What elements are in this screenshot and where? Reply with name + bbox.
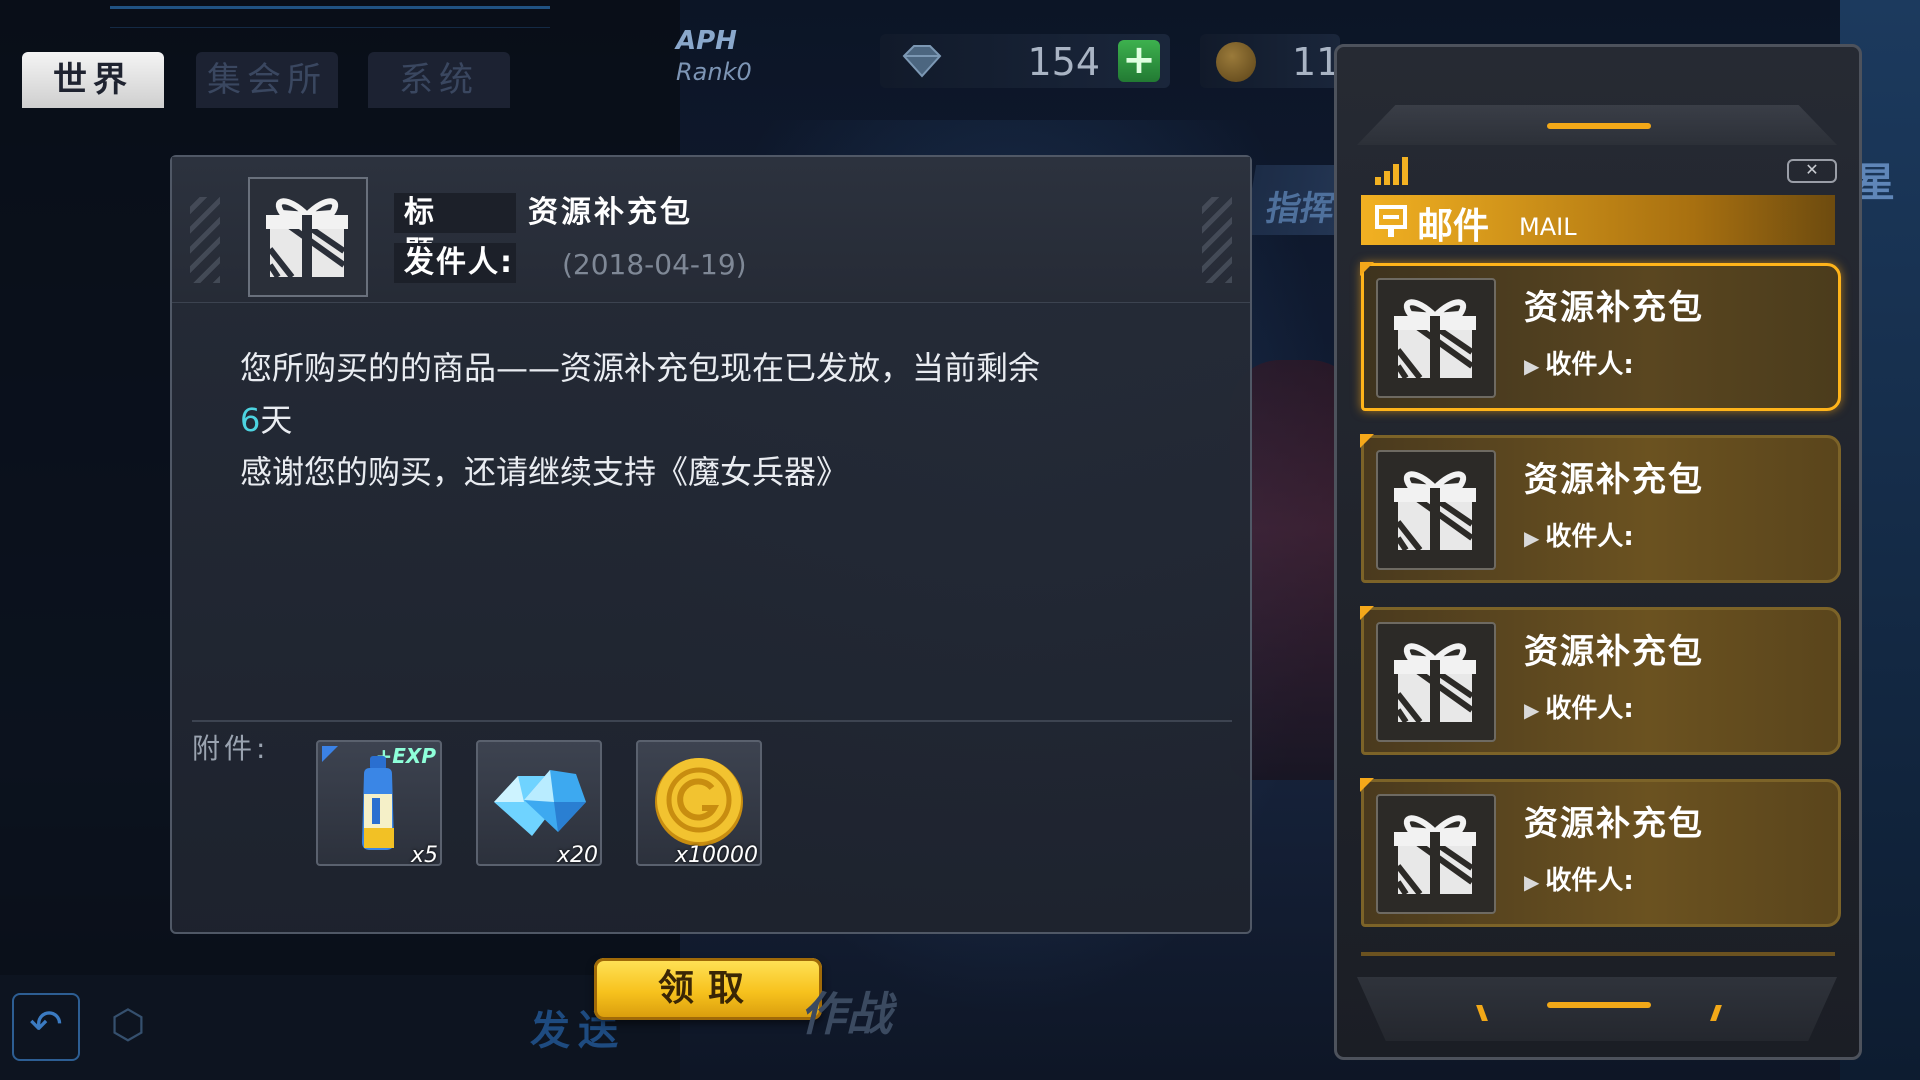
mail-gift-icon-frame	[248, 177, 368, 297]
mail-list-item[interactable]: 资源补充包 ▶ 收件人:	[1360, 262, 1841, 411]
gift-icon	[1394, 643, 1476, 724]
list-bottom-separator	[1361, 952, 1835, 956]
gift-icon	[1394, 299, 1476, 380]
card-corner-marker	[1360, 606, 1374, 620]
mail-item-icon-frame	[1376, 794, 1496, 914]
attachments-divider	[192, 720, 1232, 722]
gem-icon	[902, 45, 942, 78]
card-corner-marker	[1360, 778, 1374, 792]
mail-body-line1: 您所购买的的商品——资源补充包现在已发放，当前剩余	[240, 349, 1041, 387]
gem-counter: 154 +	[880, 34, 1170, 88]
rank-sub: Rank0	[676, 58, 752, 86]
mail-list-header: 邮件 MAIL	[1361, 195, 1835, 247]
battle-label: 作战	[800, 987, 892, 1041]
mail-item-icon-frame	[1376, 450, 1496, 570]
gold-coin-icon	[1216, 42, 1256, 82]
mail-item-icon-frame	[1376, 278, 1496, 398]
top-accent-line	[1547, 123, 1651, 129]
recipient-label: 收件人:	[1545, 522, 1634, 552]
attachment-qty: x5	[410, 843, 438, 868]
recipient-label: 收件人:	[1545, 350, 1634, 380]
add-gems-plus-icon[interactable]: +	[1118, 40, 1160, 82]
gift-icon	[266, 198, 348, 279]
mail-item-title: 资源补充包	[1524, 804, 1704, 844]
gold-counter: 11	[1200, 34, 1340, 88]
tab-system[interactable]: 系统	[368, 52, 510, 108]
card-corner-marker	[1360, 262, 1374, 276]
mail-item-recipient: ▶ 收件人:	[1524, 344, 1634, 381]
claim-button[interactable]: 领取	[594, 958, 822, 1020]
attachment-qty: x20	[556, 843, 598, 868]
header-stripes-right	[1202, 197, 1232, 283]
mail-item-recipient: ▶ 收件人:	[1524, 688, 1634, 725]
mail-list-panel: ✕ 邮件 MAIL 资源补充包 ▶ 收件人: 资源补充包 ▶ 收件人: 资源补充包 ▶ 收件人:…	[1334, 44, 1862, 1060]
attachments-label: 附件:	[192, 732, 270, 765]
mailbox-icon	[1375, 205, 1407, 237]
mail-item-icon-frame	[1376, 622, 1496, 742]
triangle-right-icon: ▶	[1524, 870, 1540, 894]
mail-body-line2: 6天	[240, 394, 1200, 446]
mail-list-item[interactable]: 资源补充包 ▶ 收件人:	[1360, 778, 1841, 927]
attachment-crystal[interactable]: x20	[476, 740, 602, 868]
sender-label: 发件人:	[394, 243, 516, 283]
banner-text: 指挥	[1262, 189, 1338, 229]
mail-item-title: 资源补充包	[1524, 632, 1704, 672]
mail-body-line3: 感谢您的购买，还请继续支持《魔女兵器》	[240, 453, 849, 491]
mail-list-title: 邮件	[1417, 206, 1490, 247]
recipient-label: 收件人:	[1545, 694, 1634, 724]
back-arrow-icon: ↶	[29, 1002, 63, 1048]
mail-item-recipient: ▶ 收件人:	[1524, 516, 1634, 553]
mail-detail-panel: 标题: 资源补充包 发件人: (2018-04-19) 您所购买的的商品——资源…	[170, 155, 1252, 934]
signal-icon	[1375, 157, 1408, 185]
mail-list-bottom-frame	[1357, 977, 1837, 1041]
mail-list-item[interactable]: 资源补充包 ▶ 收件人:	[1360, 434, 1841, 583]
gem-count: 154	[1027, 40, 1100, 84]
bottom-accent-line	[1547, 1002, 1651, 1008]
gift-icon	[1394, 471, 1476, 552]
attachment-exp-drink[interactable]: +EXP x5	[316, 740, 442, 868]
triangle-right-icon: ▶	[1524, 698, 1540, 722]
mail-date: (2018-04-19)	[562, 248, 747, 281]
mail-detail-header: 标题: 资源补充包 发件人: (2018-04-19)	[172, 157, 1250, 303]
close-icon[interactable]: ✕	[1787, 159, 1837, 183]
mail-body: 您所购买的的商品——资源补充包现在已发放，当前剩余 6天 感谢您的购买，还请继续…	[240, 342, 1200, 498]
attachment-qty: x10000	[674, 843, 758, 868]
rank-title: APH	[676, 26, 737, 56]
days-remaining: 6	[240, 401, 261, 439]
recipient-label: 收件人:	[1545, 866, 1634, 896]
attachment-gold[interactable]: x10000	[636, 740, 762, 868]
mail-item-title: 资源补充包	[1524, 288, 1704, 328]
mail-list-item[interactable]: 资源补充包 ▶ 收件人:	[1360, 606, 1841, 755]
mail-title: 资源补充包	[528, 195, 693, 230]
header-stripes-left	[190, 197, 220, 283]
gift-icon	[1394, 815, 1476, 896]
days-unit: 天	[260, 401, 293, 439]
card-corner-marker	[1360, 434, 1374, 448]
mail-list-title-en: MAIL	[1519, 213, 1577, 241]
tab-world[interactable]: 世界	[22, 52, 164, 108]
emoji-cube-icon[interactable]: ⬡	[106, 1003, 150, 1047]
chat-top-decoration	[110, 6, 550, 28]
title-label: 标题:	[394, 193, 516, 270]
mail-item-recipient: ▶ 收件人:	[1524, 860, 1634, 897]
mail-item-title: 资源补充包	[1524, 460, 1704, 500]
triangle-right-icon: ▶	[1524, 526, 1540, 550]
triangle-right-icon: ▶	[1524, 354, 1540, 378]
back-button[interactable]: ↶	[12, 993, 80, 1061]
tab-guild[interactable]: 集会所	[196, 52, 338, 108]
